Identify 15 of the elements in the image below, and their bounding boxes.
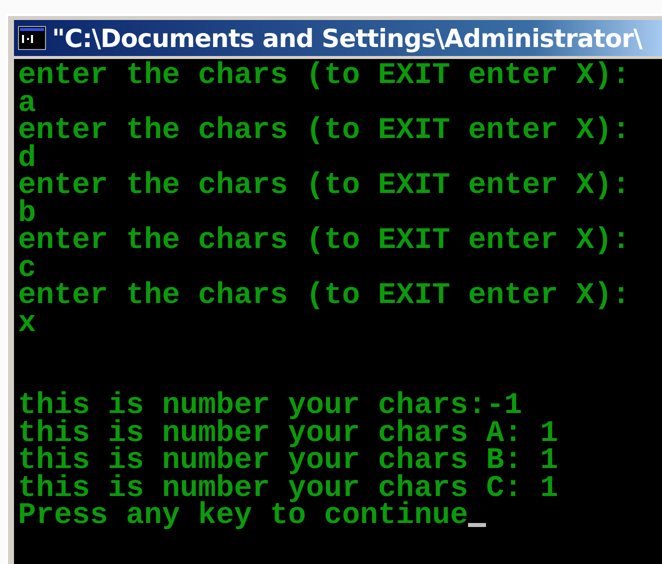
console-line: enter the chars (to EXIT enter X): <box>18 283 630 310</box>
window-title: "C:\Documents and Settings\Administrator\ <box>52 24 642 52</box>
console-line: x <box>18 310 36 338</box>
console-line: enter the chars (to EXIT enter X): <box>18 228 630 256</box>
console-line: c <box>18 256 36 283</box>
command-prompt-icon <box>18 26 46 50</box>
console-line: this is number your chars:-1 <box>18 393 522 420</box>
console-line: enter the chars (to EXIT enter X): <box>18 63 630 90</box>
console-line: Press any key to continue <box>18 503 468 530</box>
console-line: enter the chars (to EXIT enter X): <box>18 118 630 146</box>
console-line: d <box>18 146 36 173</box>
console-line: this is number your chars B: 1 <box>18 448 558 476</box>
console-line: enter the chars (to EXIT enter X): <box>18 173 630 200</box>
console-line: b <box>18 200 36 228</box>
console-line: a <box>18 90 36 118</box>
